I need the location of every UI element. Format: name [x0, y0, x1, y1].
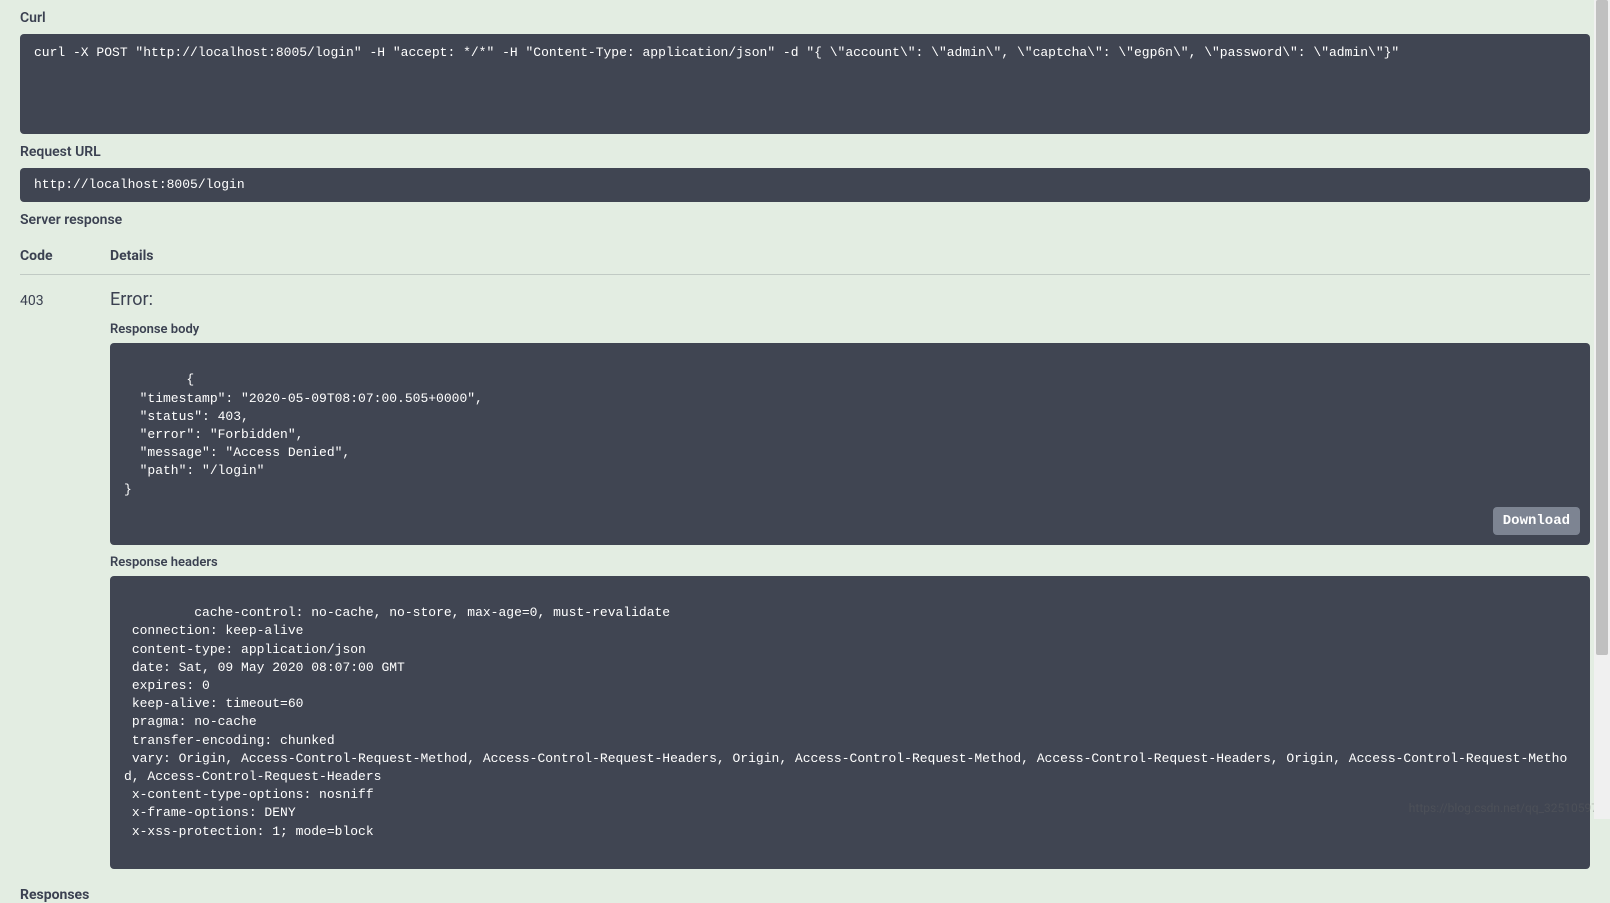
scrollbar-track[interactable]	[1594, 0, 1610, 819]
response-body-content: { "timestamp": "2020-05-09T08:07:00.505+…	[124, 372, 483, 496]
server-response-label: Server response	[20, 212, 1590, 228]
code-header: Code	[20, 248, 110, 264]
response-headers-label: Response headers	[110, 555, 1590, 570]
scrollbar-thumb[interactable]	[1596, 0, 1608, 655]
request-url-label: Request URL	[20, 144, 1590, 160]
response-table-header: Code Details	[20, 238, 1590, 275]
response-headers-block[interactable]: cache-control: no-cache, no-store, max-a…	[110, 576, 1590, 869]
error-label: Error:	[110, 289, 1590, 310]
response-body-block[interactable]: { "timestamp": "2020-05-09T08:07:00.505+…	[110, 343, 1590, 545]
responses-section-label: Responses	[20, 887, 1590, 903]
request-url-block[interactable]: http://localhost:8005/login	[20, 168, 1590, 202]
response-row: 403 Error: Response body { "timestamp": …	[20, 275, 1590, 869]
curl-command-block[interactable]: curl -X POST "http://localhost:8005/logi…	[20, 34, 1590, 134]
details-header: Details	[110, 248, 154, 264]
response-body-label: Response body	[110, 322, 1590, 337]
download-button[interactable]: Download	[1493, 507, 1580, 535]
response-code: 403	[20, 289, 110, 869]
curl-label: Curl	[20, 10, 1590, 26]
response-headers-content: cache-control: no-cache, no-store, max-a…	[124, 605, 1567, 838]
